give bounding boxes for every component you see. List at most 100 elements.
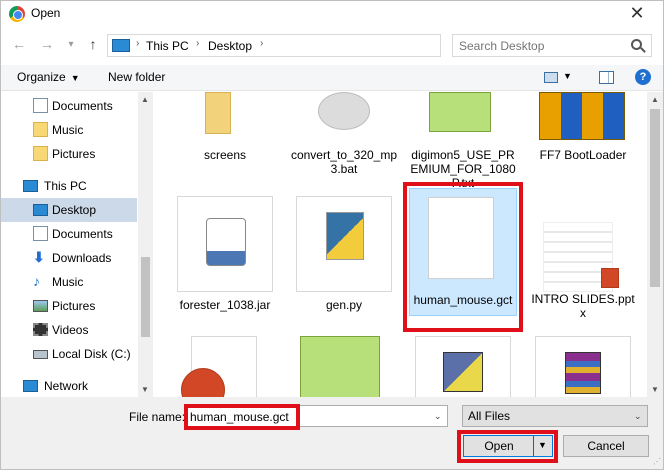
- file-name-dropdown-icon[interactable]: ⌄: [434, 411, 442, 422]
- documents-icon: [33, 98, 48, 113]
- file-item-winrar[interactable]: [529, 328, 637, 397]
- file-item-gen-py[interactable]: gen.py: [290, 188, 398, 316]
- sidebar-item-label: Music: [52, 123, 84, 137]
- sidebar-item-label: Desktop: [52, 203, 97, 217]
- sidebar-item-pictures[interactable]: Pictures: [1, 294, 137, 318]
- sidebar-item-label: Local Disk (C:): [52, 347, 131, 361]
- breadcrumb-separator[interactable]: ›: [260, 38, 263, 49]
- sidebar-item-label: Documents: [52, 227, 113, 241]
- documents-icon: [33, 226, 48, 241]
- file-type-value: All Files: [468, 409, 511, 423]
- help-icon[interactable]: ?: [635, 69, 651, 85]
- powerpoint-icon: [601, 268, 619, 288]
- scroll-down-icon[interactable]: ▼: [651, 385, 659, 394]
- sidebar-item-this-pc[interactable]: This PC: [1, 174, 137, 198]
- file-label: FF7 BootLoader: [539, 148, 627, 162]
- file-type-select[interactable]: All Files ⌄: [462, 405, 648, 427]
- drive-icon: [33, 350, 48, 359]
- open-dropdown-icon[interactable]: ▼: [538, 440, 547, 450]
- file-item-putty[interactable]: [409, 328, 517, 397]
- breadcrumb-separator[interactable]: ›: [136, 38, 139, 49]
- preview-pane-icon[interactable]: [599, 71, 614, 84]
- file-label: digimon5_USE_PREMIUM_FOR_1080P.txt: [410, 148, 516, 190]
- organize-button[interactable]: Organize ▼: [17, 70, 80, 84]
- address-bar[interactable]: › This PC › Desktop › ⌄ ↻: [107, 34, 538, 57]
- search-input[interactable]: [459, 38, 624, 54]
- notepad-plus-plus-icon: [300, 336, 380, 397]
- search-box[interactable]: [452, 34, 652, 57]
- file-type-dropdown-icon[interactable]: ⌄: [634, 411, 642, 422]
- file-label: forester_1038.jar: [179, 298, 271, 312]
- file-name-label: File name:: [129, 410, 186, 424]
- sidebar-scrollbar[interactable]: [138, 92, 153, 397]
- navigation-pane: Documents Music Pictures This PC Desktop…: [1, 92, 153, 397]
- winrar-icon: [565, 352, 601, 394]
- computer-icon: [23, 180, 38, 192]
- sidebar-item-music[interactable]: ♪ Music: [1, 270, 137, 294]
- file-item-notepad-file[interactable]: [290, 328, 398, 397]
- file-label: INTRO SLIDES.pptx: [531, 292, 635, 320]
- file-item-human-mouse-gct[interactable]: human_mouse.gct: [409, 188, 517, 316]
- chevron-down-icon: ▼: [70, 73, 80, 83]
- file-name-combobox[interactable]: ⌄: [185, 405, 448, 427]
- sidebar-item-music[interactable]: Music: [1, 118, 137, 142]
- file-label: human_mouse.gct: [413, 293, 513, 307]
- sidebar-item-videos[interactable]: Videos: [1, 318, 137, 342]
- sidebar-item-network[interactable]: Network: [1, 374, 137, 397]
- sidebar-item-downloads[interactable]: ⬇ Downloads: [1, 246, 137, 270]
- folder-icon: [205, 92, 231, 134]
- sidebar-item-label: Downloads: [52, 251, 112, 265]
- scroll-up-icon[interactable]: ▲: [141, 95, 149, 104]
- file-item-convert-bat[interactable]: convert_to_320_mp3.bat: [290, 92, 398, 180]
- file-label: screens: [203, 148, 247, 162]
- title-bar: Open ✕: [1, 1, 663, 27]
- sidebar-item-label: Documents: [52, 99, 113, 113]
- forward-button[interactable]: →: [39, 36, 55, 52]
- desktop-icon: [33, 204, 48, 216]
- change-view-icon[interactable]: [544, 72, 558, 83]
- close-button[interactable]: ✕: [613, 1, 661, 27]
- sidebar-item-label: This PC: [44, 179, 87, 193]
- view-dropdown-icon[interactable]: ▼: [563, 71, 572, 81]
- network-icon: [23, 380, 38, 392]
- back-button[interactable]: ←: [11, 36, 27, 52]
- open-file-dialog: Open ✕ ← → ▾ ↑ › This PC › Desktop › ⌄ ↻…: [0, 0, 664, 470]
- scroll-down-icon[interactable]: ▼: [141, 385, 149, 394]
- breadcrumb-desktop[interactable]: Desktop: [208, 39, 252, 53]
- search-icon[interactable]: [631, 39, 642, 50]
- sidebar-item-pictures[interactable]: Pictures: [1, 142, 137, 166]
- file-list-scroll-thumb[interactable]: [650, 109, 660, 287]
- file-item-intro-slides[interactable]: INTRO SLIDES.pptx: [529, 188, 637, 320]
- file-name-input[interactable]: [190, 409, 426, 424]
- sidebar-item-local-disk[interactable]: Local Disk (C:): [1, 342, 137, 366]
- scroll-up-icon[interactable]: ▲: [651, 95, 659, 104]
- sidebar-scroll-thumb[interactable]: [141, 257, 150, 337]
- resize-grip-icon[interactable]: ⋰: [653, 457, 661, 466]
- folder-icon: [33, 146, 48, 161]
- up-button[interactable]: ↑: [85, 36, 101, 52]
- sidebar-item-documents[interactable]: Documents: [1, 222, 137, 246]
- breadcrumb-this-pc[interactable]: This PC: [146, 39, 189, 53]
- organize-label: Organize: [17, 70, 66, 84]
- file-item-screens[interactable]: screens: [171, 92, 279, 180]
- sidebar-item-label: Network: [44, 379, 89, 393]
- batch-file-icon: [318, 92, 370, 130]
- window-title: Open: [31, 6, 61, 20]
- file-item-ff7-bootloader[interactable]: FF7 BootLoader: [529, 92, 637, 180]
- recent-locations-button[interactable]: ▾: [63, 39, 79, 50]
- cancel-button[interactable]: Cancel: [563, 435, 649, 457]
- notepad-plus-plus-icon: [429, 92, 491, 132]
- new-folder-button[interactable]: New folder: [108, 70, 165, 84]
- open-split-divider: [533, 436, 534, 456]
- breadcrumb-separator[interactable]: ›: [196, 38, 199, 49]
- shield-shortcut-icon: [539, 92, 625, 140]
- file-item-pptx[interactable]: [171, 328, 279, 397]
- sidebar-item-desktop[interactable]: Desktop: [1, 198, 137, 222]
- sidebar-item-documents[interactable]: Documents: [1, 94, 137, 118]
- file-item-forester-jar[interactable]: forester_1038.jar: [171, 188, 279, 316]
- music-icon: ♪: [33, 273, 40, 289]
- file-item-digimon-txt[interactable]: digimon5_USE_PREMIUM_FOR_1080P.txt: [409, 92, 517, 190]
- file-label: convert_to_320_mp3.bat: [290, 148, 398, 176]
- command-toolbar: Organize ▼ New folder ▼ ?: [1, 65, 663, 91]
- chrome-icon: [9, 6, 25, 22]
